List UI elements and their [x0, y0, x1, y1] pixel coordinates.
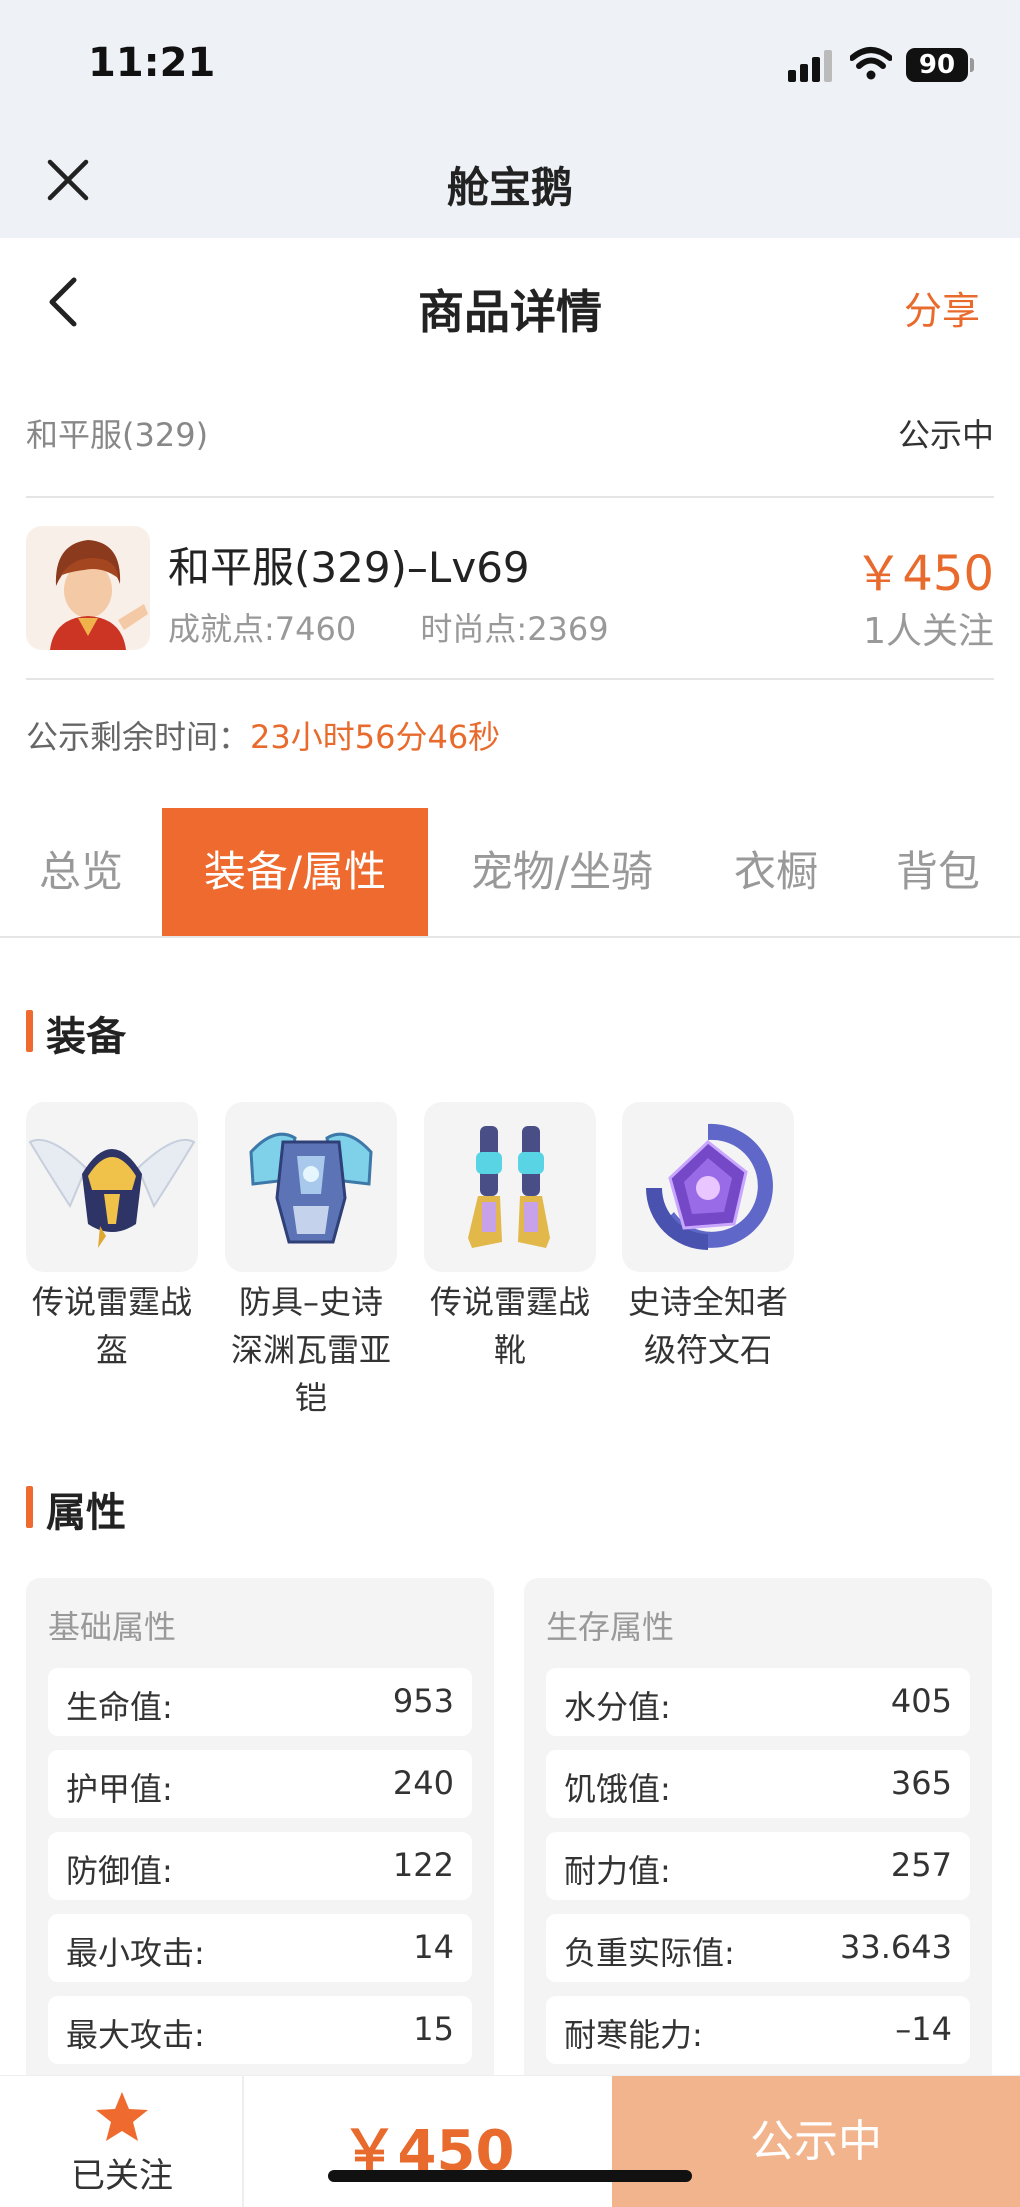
star-icon	[96, 2092, 148, 2141]
status-time: 11:21	[88, 40, 216, 86]
page-title: 商品详情	[418, 285, 602, 339]
status-bar: 11:21 90	[0, 0, 1020, 130]
battery-tip	[970, 58, 974, 72]
equipment-name: 传说雷霆战靴	[429, 1283, 590, 1369]
tab-bar: 总览 装备/属性 宠物/坐骑 衣橱 背包	[0, 808, 1020, 938]
countdown: 公示剩余时间：23小时56分46秒	[26, 712, 500, 758]
attribute-label: 耐寒能力:	[564, 2016, 703, 2054]
attribute-label: 最大攻击:	[66, 2016, 205, 2054]
equipment-section-title: 装备	[26, 1004, 126, 1062]
signal-icon	[788, 50, 832, 82]
equipment-name: 传说雷霆战盔	[31, 1283, 192, 1369]
attribute-row: 最小攻击: 14	[48, 1914, 472, 1982]
home-indicator	[328, 2170, 692, 2182]
panel-title: 生存属性	[546, 1608, 675, 1646]
attribute-value: 15	[413, 2010, 454, 2048]
attribute-row: 水分值: 405	[546, 1668, 970, 1736]
attribute-label: 护甲值:	[66, 1770, 173, 1808]
attribute-row: 防御值: 122	[48, 1832, 472, 1900]
attribute-value: –14	[895, 2010, 952, 2048]
rune-stone-icon	[622, 1102, 794, 1272]
attribute-value: 365	[890, 1764, 952, 1802]
tab-backpack[interactable]: 背包	[856, 808, 1020, 936]
countdown-value: 23小时56分46秒	[250, 718, 501, 756]
page-nav: 商品详情 分享	[0, 238, 1020, 368]
equipment-item[interactable]: 传说雷霆战靴	[424, 1102, 596, 1374]
panel-title: 基础属性	[48, 1608, 177, 1646]
attribute-value: 33.643	[840, 1928, 952, 1966]
character-stats: 成就点:7460 时尚点:2369	[168, 604, 663, 650]
follow-label: 已关注	[71, 2156, 173, 2196]
attribute-value: 257	[890, 1846, 952, 1884]
equipment-name: 史诗全知者级符文石	[627, 1283, 788, 1369]
armor-icon	[225, 1102, 397, 1272]
attributes-section-title: 属性	[26, 1480, 126, 1538]
survival-attributes-panel: 生存属性 水分值: 405 饥饿值: 365 耐力值: 257 负重实际值: 3…	[524, 1578, 992, 2098]
attribute-row: 饥饿值: 365	[546, 1750, 970, 1818]
attribute-label: 饥饿值:	[564, 1770, 671, 1808]
attribute-label: 最小攻击:	[66, 1934, 205, 1972]
attribute-row: 护甲值: 240	[48, 1750, 472, 1818]
attribute-value: 953	[392, 1682, 454, 1720]
mini-program-header: 舱宝鹅	[0, 130, 1020, 238]
helmet-icon	[26, 1102, 198, 1272]
public-status-button[interactable]: 公示中	[612, 2076, 1020, 2207]
attribute-row: 生命值: 953	[48, 1668, 472, 1736]
battery-indicator: 90	[906, 48, 968, 82]
bottom-action-bar: 已关注 ￥450 公示中	[0, 2075, 1020, 2207]
equipment-item[interactable]: 史诗全知者级符文石	[622, 1102, 794, 1374]
attribute-row: 最大攻击: 15	[48, 1996, 472, 2064]
tab-wardrobe[interactable]: 衣橱	[696, 808, 856, 936]
divider	[26, 678, 994, 680]
achievement-points: 成就点:7460	[168, 610, 357, 648]
attribute-row: 耐寒能力: –14	[546, 1996, 970, 2064]
avatar	[26, 526, 150, 650]
fashion-points: 时尚点:2369	[420, 610, 609, 648]
follow-button[interactable]: 已关注	[0, 2076, 244, 2207]
attribute-row: 耐力值: 257	[546, 1832, 970, 1900]
mini-program-title: 舱宝鹅	[446, 163, 573, 212]
server-row: 和平服(329) 公示中	[26, 400, 994, 464]
attribute-label: 防御值:	[66, 1852, 173, 1890]
listing-status: 公示中	[897, 416, 994, 454]
boots-icon	[424, 1102, 596, 1272]
attribute-value: 14	[413, 1928, 454, 1966]
attribute-label: 生命值:	[66, 1688, 173, 1726]
attribute-value: 122	[392, 1846, 454, 1884]
tab-pets-mounts[interactable]: 宠物/坐骑	[428, 808, 696, 936]
attribute-label: 负重实际值:	[564, 1934, 735, 1972]
attribute-label: 耐力值:	[564, 1852, 671, 1890]
wifi-icon	[850, 47, 892, 80]
attribute-value: 240	[392, 1764, 454, 1802]
character-name: 和平服(329)–Lv69	[168, 543, 530, 592]
divider	[26, 496, 994, 498]
listing-price: ￥450	[854, 546, 994, 602]
tab-overview[interactable]: 总览	[0, 808, 162, 936]
basic-attributes-panel: 基础属性 生命值: 953 护甲值: 240 防御值: 122 最小攻击: 14…	[26, 1578, 494, 2098]
server-name: 和平服(329)	[26, 416, 209, 454]
attribute-label: 水分值:	[564, 1688, 671, 1726]
equipment-item[interactable]: 传说雷霆战盔	[26, 1102, 198, 1374]
equipment-name: 防具–史诗深渊瓦雷亚铠	[230, 1283, 391, 1417]
tab-equipment-attributes[interactable]: 装备/属性	[162, 808, 428, 936]
attribute-value: 405	[890, 1682, 952, 1720]
equipment-item[interactable]: 防具–史诗深渊瓦雷亚铠	[225, 1102, 397, 1422]
countdown-label: 公示剩余时间：	[26, 718, 251, 756]
follower-count: 1人关注	[863, 611, 994, 652]
attribute-row: 负重实际值: 33.643	[546, 1914, 970, 1982]
share-button[interactable]: 分享	[904, 280, 980, 335]
